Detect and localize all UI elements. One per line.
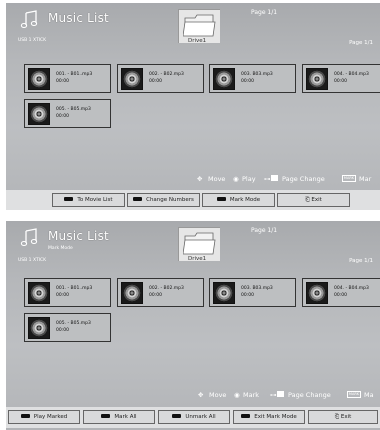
hint-mark-key: Ma	[364, 391, 374, 399]
hint-mark: Mark	[243, 391, 260, 399]
music-list-screen: Music List USB 1 XTICK Drive1 Page 1/1 P…	[6, 3, 380, 210]
cd-thumbnail-icon	[213, 282, 235, 304]
usb-device-label: USB 1 XTICK	[18, 258, 47, 263]
drive-label: Drive1	[188, 256, 207, 262]
file-name: 003. B03.mp3	[241, 286, 273, 291]
mark-key-icon: MARK	[347, 391, 361, 398]
folder-icon	[183, 14, 216, 37]
cd-thumbnail-icon	[28, 68, 50, 90]
page-key-icon: ⊶	[270, 391, 284, 399]
hint-page-change: Page Change	[282, 175, 325, 183]
cd-thumbnail-icon	[121, 282, 143, 304]
file-duration: 00:00	[241, 293, 254, 298]
file-duration: 00:00	[56, 293, 69, 298]
header: Music List USB 1 XTICK Drive1 Page 1/1 P…	[6, 3, 380, 51]
usb-device-label: USB 1 XTICK	[18, 38, 47, 43]
yellow-key-icon	[216, 197, 226, 201]
cd-thumbnail-icon	[28, 282, 50, 304]
file-duration: 00:00	[149, 293, 162, 298]
hint-move: Move	[209, 391, 227, 399]
file-name: 001. - B01..mp3	[56, 286, 93, 291]
file-duration: 00:00	[56, 79, 69, 84]
mark-mode-button[interactable]: Mark Mode	[202, 193, 275, 207]
mark-all-button[interactable]: Mark All	[83, 410, 155, 424]
exit-mark-mode-button[interactable]: Exit Mark Mode	[233, 410, 305, 424]
file-name: 004. - B04.mp3	[334, 286, 369, 291]
mark-dot-icon: ◉	[234, 391, 240, 399]
page-indicator: Page 1/1	[251, 9, 278, 16]
cd-thumbnail-icon	[121, 68, 143, 90]
file-name: 002. - B02.mp3	[149, 286, 184, 291]
green-key-icon	[101, 414, 111, 418]
file-tile[interactable]: 005. - B05.mp3 00:00	[24, 99, 111, 128]
file-name: 003. B03.mp3	[241, 72, 273, 77]
music-note-icon	[20, 228, 38, 247]
file-name: 005. - B05.mp3	[56, 321, 91, 326]
file-name: 002. - B02.mp3	[149, 72, 184, 77]
blue-key-icon	[241, 414, 251, 418]
file-duration: 00:00	[334, 79, 347, 84]
play-dot-icon: ◉	[233, 175, 239, 183]
page-indicator: Page 1/1	[251, 227, 278, 234]
page-title: Music List	[48, 229, 109, 243]
cd-thumbnail-icon	[28, 103, 50, 125]
file-tile[interactable]: 005. - B05.mp3 00:00	[24, 313, 111, 342]
file-name: 004. - B04.mp3	[334, 72, 369, 77]
mode-subtitle: Mark Mode	[48, 246, 73, 251]
cd-thumbnail-icon	[28, 317, 50, 339]
music-list-mark-mode-screen: Music List Mark Mode USB 1 XTICK Drive1 …	[6, 221, 380, 430]
navigation-hints: ✥ Move ◉ Mark ⊶ Page Change MARK Ma	[6, 388, 380, 404]
button-bar: Play Marked Mark All Unmark All Exit Mar…	[6, 407, 380, 428]
file-duration: 00:00	[334, 293, 347, 298]
file-tile[interactable]: 002. - B02.mp3 00:00	[117, 64, 204, 93]
music-note-icon	[20, 10, 38, 29]
cd-thumbnail-icon	[306, 282, 328, 304]
file-tile[interactable]: 003. B03.mp3 00:00	[209, 64, 296, 93]
yellow-key-icon	[172, 414, 182, 418]
file-tile[interactable]: 004. - B04.mp3 00:00	[302, 64, 380, 93]
page-title: Music List	[48, 11, 109, 25]
red-key-icon	[64, 197, 74, 201]
header: Music List Mark Mode USB 1 XTICK Drive1 …	[6, 221, 380, 269]
exit-button[interactable]: ⎗ Exit	[277, 193, 350, 207]
move-arrows-icon: ✥	[198, 391, 204, 399]
file-duration: 00:00	[56, 114, 69, 119]
file-tile[interactable]: 001. - B01..mp3 00:00	[24, 278, 111, 307]
to-movie-list-button[interactable]: To Movie List	[52, 193, 125, 207]
hint-move: Move	[208, 175, 226, 183]
file-tile[interactable]: 003. B03.mp3 00:00	[209, 278, 296, 307]
page-indicator-right: Page 1/1	[349, 40, 373, 46]
play-marked-button[interactable]: Play Marked	[8, 410, 80, 424]
file-name: 005. - B05.mp3	[56, 107, 91, 112]
page-indicator-right: Page 1/1	[349, 258, 373, 264]
file-name: 001. - B01..mp3	[56, 72, 93, 77]
exit-button[interactable]: ⎗ Exit	[308, 410, 378, 424]
red-key-icon	[20, 414, 30, 418]
page-key-icon: ⊶	[264, 175, 278, 183]
file-duration: 00:00	[56, 328, 69, 333]
unmark-all-button[interactable]: Unmark All	[158, 410, 230, 424]
file-duration: 00:00	[241, 79, 254, 84]
cd-thumbnail-icon	[306, 68, 328, 90]
hint-mark: Mar	[359, 175, 372, 183]
file-duration: 00:00	[149, 79, 162, 84]
green-key-icon	[133, 197, 143, 201]
cd-thumbnail-icon	[213, 68, 235, 90]
file-tile[interactable]: 001. - B01..mp3 00:00	[24, 64, 111, 93]
button-bar: To Movie List Change Numbers Mark Mode ⎗…	[6, 190, 380, 210]
hint-play: Play	[242, 175, 256, 183]
hint-page-change: Page Change	[288, 391, 331, 399]
navigation-hints: ✥ Move ◉ Play ⊶ Page Change MARK Mar	[6, 172, 380, 188]
folder-icon	[183, 232, 216, 255]
drive-label: Drive1	[188, 38, 207, 44]
mark-key-icon: MARK	[342, 175, 356, 182]
move-arrows-icon: ✥	[197, 175, 203, 183]
file-tile[interactable]: 002. - B02.mp3 00:00	[117, 278, 204, 307]
change-numbers-button[interactable]: Change Numbers	[127, 193, 200, 207]
file-tile[interactable]: 004. - B04.mp3 00:00	[302, 278, 380, 307]
